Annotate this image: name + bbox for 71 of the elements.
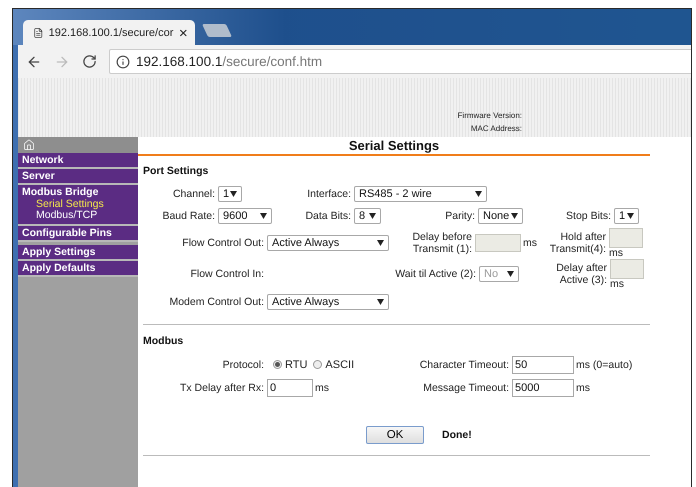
back-icon[interactable] (26, 54, 42, 70)
option-label: ASCII (325, 358, 354, 370)
field-label: Flow Control Out: (181, 237, 264, 249)
new-tab-button[interactable] (202, 24, 232, 37)
field-label: Character Timeout: (418, 358, 509, 370)
nav-item[interactable]: Network (18, 153, 138, 167)
field-label: Message Timeout: (422, 382, 509, 394)
unit-label: ms (610, 278, 624, 290)
field-label: Data Bits: (304, 210, 351, 222)
field-label: Baud Rate: (161, 210, 215, 222)
header-label: Firmware Version: (458, 111, 522, 120)
nav-subitem[interactable]: Modbus/TCP (18, 210, 138, 221)
nav-item[interactable]: Server (18, 169, 138, 183)
field-label: Protocol: (222, 358, 264, 370)
section-title: Port Settings (143, 165, 210, 177)
header-label: MAC Address: (470, 124, 522, 133)
caret-icon (627, 213, 634, 219)
dropdown[interactable]: Active Always (267, 235, 389, 251)
field-label: Tx Delay after Rx: (178, 382, 264, 394)
nav-item[interactable]: Apply Defaults (18, 261, 138, 275)
nav-item[interactable]: Apply Settings (18, 245, 138, 259)
nav-item[interactable]: Modbus Bridge (18, 185, 138, 199)
radio-button[interactable] (313, 360, 322, 369)
section-title: Modbus (143, 335, 184, 347)
text-field[interactable]: 5000 (512, 378, 574, 396)
unit-label: ms (609, 248, 623, 258)
caret-icon (507, 271, 514, 277)
unit-label: ms (576, 382, 590, 394)
caret-icon (369, 213, 376, 219)
option-label: RTU (285, 358, 308, 370)
page-title: Serial Settings (138, 137, 650, 156)
unit-label: ms (0=auto) (576, 358, 632, 370)
dropdown[interactable]: Active Always (267, 294, 389, 310)
text-field[interactable]: 50 (512, 356, 574, 374)
nav-item[interactable]: Configurable Pins (18, 226, 138, 240)
field-label: Delay before Transmit (1): (411, 231, 472, 255)
browser-tab[interactable]: 192.168.100.1/secure/cor (23, 20, 195, 45)
ok-button[interactable]: OK (366, 426, 424, 444)
unit-label: ms (315, 382, 329, 394)
dropdown[interactable]: None (478, 208, 523, 224)
field-label: Channel: (172, 188, 215, 200)
forward-icon[interactable] (54, 54, 70, 70)
address-bar[interactable]: 192.168.100.1/secure/conf.htm (109, 49, 691, 74)
status-message: Done! (442, 429, 472, 441)
info-icon (116, 54, 130, 68)
reload-icon[interactable] (82, 54, 97, 69)
field-label: Parity: (444, 210, 475, 222)
radio-button[interactable] (273, 360, 282, 369)
text-field[interactable]: 0 (267, 378, 313, 396)
caret-icon (377, 299, 384, 305)
field-label: Modem Control Out: (168, 296, 264, 308)
field-label: Delay after Active (3): (555, 262, 607, 286)
caret-icon (230, 191, 237, 197)
unit-label: ms (523, 237, 537, 249)
page-icon (33, 26, 44, 38)
field-label: Flow Control In: (189, 268, 264, 280)
home-icon[interactable] (23, 139, 35, 151)
dropdown[interactable]: 9600 (218, 208, 272, 224)
caret-icon (475, 191, 482, 197)
nav-subitem[interactable]: Serial Settings (18, 199, 138, 210)
dropdown[interactable]: 8 (354, 208, 381, 224)
field-label: Interface: (306, 188, 351, 200)
dropdown[interactable]: 1 (218, 186, 242, 202)
dropdown[interactable]: RS485 - 2 wire (354, 186, 487, 202)
caret-icon (511, 213, 518, 219)
dropdown[interactable]: 1 (614, 208, 639, 224)
field-label: Hold after Transmit(4): (548, 231, 606, 255)
field-label: Stop Bits: (565, 210, 611, 222)
caret-icon (260, 213, 267, 219)
caret-icon (377, 240, 384, 246)
field-label: Wait til Active (2): (394, 268, 476, 280)
